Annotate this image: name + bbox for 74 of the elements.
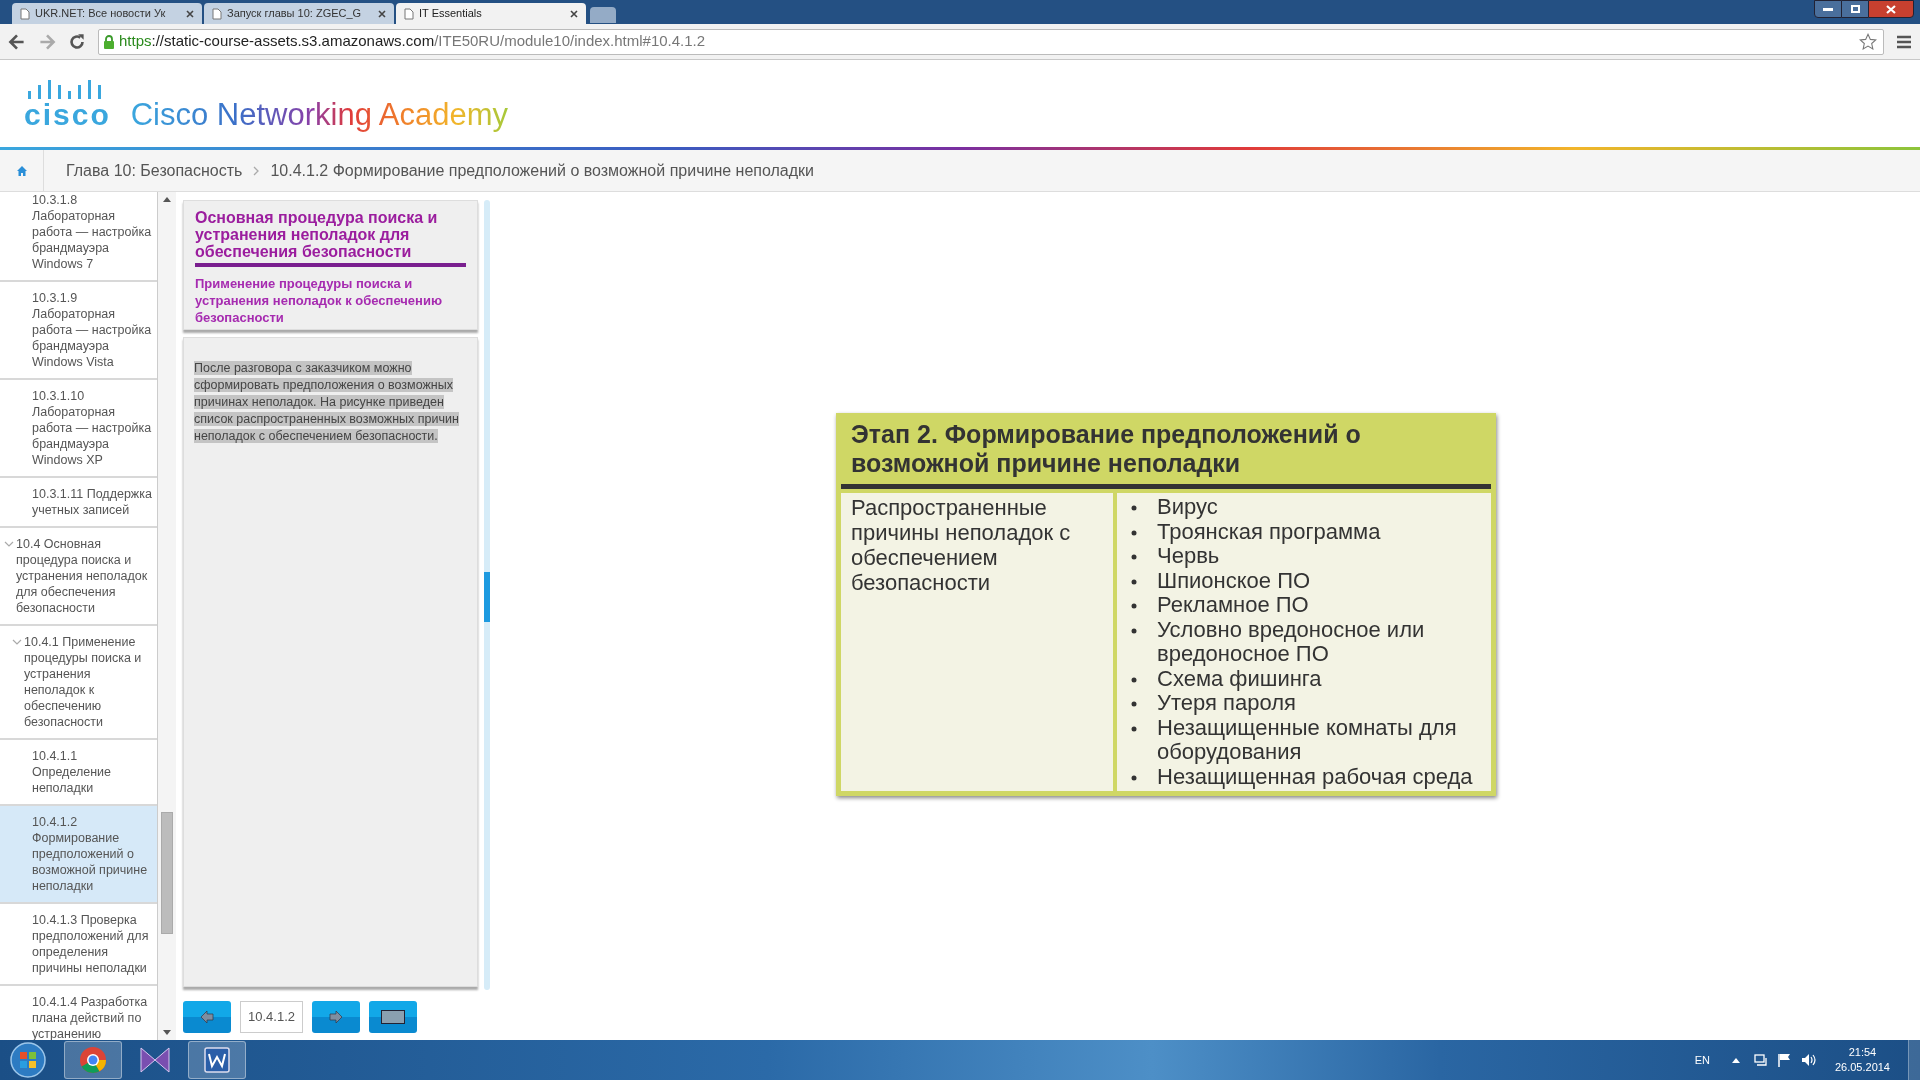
tray-arrow-icon[interactable]: [1731, 1057, 1740, 1063]
cause-item: Незащищенная рабочая среда: [1127, 764, 1483, 789]
sidebar-item[interactable]: 10.3.1.8 Лабораторная работа — настройка брандмауэра Windows 7: [0, 192, 157, 282]
address-field[interactable]: https://static-course-assets.s3.amazonaws.com/ITE50RU/module10/index.html#10.4.1.2: [98, 28, 1884, 55]
page-icon: [20, 7, 30, 20]
browser-tab[interactable]: Запуск главы 10: ZGEC_G: [204, 3, 394, 24]
word-taskbar-button[interactable]: [188, 1041, 246, 1079]
cause-item: Незащищенные комнаты для оборудования: [1127, 715, 1483, 765]
bullet-icon: [1131, 627, 1137, 634]
bullet-icon: [1131, 603, 1137, 609]
scrollbar-thumb[interactable]: [161, 812, 173, 934]
bullet-icon: [1131, 505, 1137, 511]
cause-item: Шпионское ПО: [1127, 568, 1483, 593]
star-icon[interactable]: [1859, 32, 1877, 51]
ring-icon: [79, 1046, 107, 1074]
close-button[interactable]: [1868, 0, 1914, 18]
cause-label: Распространенные причины неполадок с обеспечением безопасности: [841, 493, 1113, 791]
menu-icon[interactable]: [1896, 33, 1912, 50]
cause-item: Условно вредоносное или вредоносное ПО: [1127, 617, 1483, 667]
restore-button[interactable]: [1842, 0, 1868, 18]
document-icon: [204, 1047, 230, 1073]
network-icon[interactable]: [1753, 1053, 1768, 1067]
panel-scrollbar[interactable]: [484, 200, 490, 990]
breadcrumb-link[interactable]: Глава 10: Безопасность: [66, 158, 243, 183]
flag-icon[interactable]: [1777, 1053, 1791, 1067]
left-arrow-icon: [200, 1010, 214, 1024]
start-icon[interactable]: [8, 1040, 48, 1080]
home-icon[interactable]: [15, 164, 28, 177]
chevron-icon: [12, 638, 22, 646]
bullet-icon: [1131, 529, 1137, 536]
scroll-up-icon[interactable]: [163, 196, 171, 202]
section-subtitle: Применение процедуры поиска и устранения неполадок к обеспечению безопасности: [195, 275, 443, 326]
close-icon[interactable]: [186, 9, 194, 18]
bullet-icon: [1131, 578, 1137, 585]
cause-item: Рекламное ПО: [1127, 593, 1483, 618]
close-icon[interactable]: [378, 9, 386, 18]
chevron-icon: [252, 165, 261, 176]
page-icon: [404, 7, 414, 20]
close-icon[interactable]: [570, 9, 578, 18]
cause-item: Троянская программа: [1127, 519, 1483, 544]
page-icon: [212, 7, 222, 20]
right-arrow-icon: [329, 1010, 343, 1024]
cause-item: Утеря пароля: [1127, 691, 1483, 716]
minimize-button[interactable]: [1814, 0, 1842, 18]
bullet-icon: [1131, 774, 1137, 781]
fullscreen-button[interactable]: [369, 1001, 417, 1033]
browser-tab[interactable]: IT Essentials: [396, 3, 586, 24]
cause-item: Вирус: [1127, 495, 1483, 520]
bullet-icon: [1131, 554, 1137, 560]
chrome-taskbar-button[interactable]: [64, 1041, 122, 1079]
clock-time[interactable]: 21:54: [1848, 1045, 1877, 1060]
clock-date[interactable]: 26.05.2014: [1834, 1060, 1890, 1075]
url-text[interactable]: https://static-course-assets.s3.amazonaws.com/ITE50RU/module10/index.html#10.4.1.2: [119, 30, 706, 53]
volume-icon[interactable]: [1800, 1053, 1817, 1067]
section-title: Основная процедура поиска и устранения неполадок для обеспечения безопасности: [195, 209, 466, 267]
chevron-icon: [4, 540, 14, 548]
sidebar-item[interactable]: 10.4.1.2 Формирование предположений о возможной причине неполадки: [0, 806, 157, 904]
bullet-icon: [1131, 701, 1137, 707]
language-indicator[interactable]: EN: [1694, 1051, 1710, 1069]
description-text: После разговора с заказчиком можно сформировать предположения о возможных причинах неполадок. На рисунке приведен список распространенных возможных причин неполадок с обеспечением безопасности.: [194, 360, 460, 445]
breadcrumb-current: 10.4.1.2 Формирование предположений о возможной причине неполадки: [270, 160, 815, 181]
lock-icon: [103, 34, 115, 49]
close-icon: [1886, 4, 1896, 14]
bowtie-icon: [139, 1046, 171, 1074]
browser-tab[interactable]: UKR.NET: Все новости Ук: [12, 3, 202, 24]
screen-icon: [381, 1010, 405, 1024]
page-field[interactable]: 10.4.1.2: [240, 1001, 303, 1033]
bullet-icon: [1131, 725, 1137, 732]
logo-text: cisco: [24, 100, 111, 129]
bullet-icon: [1131, 676, 1137, 683]
cause-item: Червь: [1127, 544, 1483, 569]
scroll-down-icon[interactable]: [163, 1030, 171, 1036]
scrollbar-thumb[interactable]: [484, 572, 490, 622]
cause-item: Схема фишинга: [1127, 666, 1483, 691]
